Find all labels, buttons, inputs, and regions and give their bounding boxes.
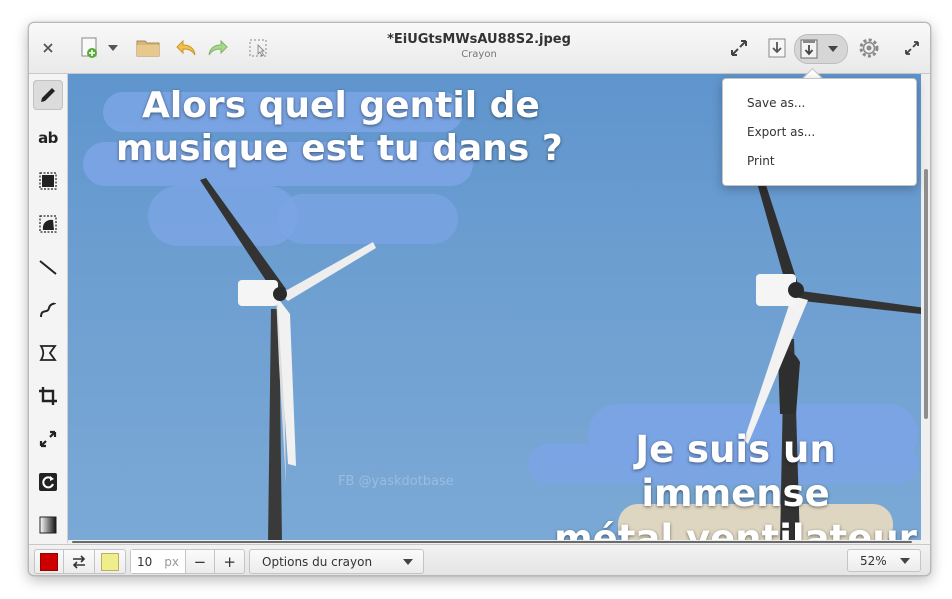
tools-sidebar: ab <box>29 74 68 543</box>
tool-shape[interactable] <box>33 338 63 368</box>
line-icon <box>39 260 57 275</box>
header-bar: *EiUGtsMWsAU88S2.jpeg Crayon <box>29 23 930 74</box>
swap-arrows-icon <box>72 554 86 569</box>
chevron-down-icon <box>108 45 118 51</box>
settings-button[interactable] <box>856 35 882 61</box>
secondary-color-button[interactable] <box>95 550 125 573</box>
save-menu-popover: Save as... Export as... Print <box>722 78 917 186</box>
increase-size-button[interactable]: + <box>214 550 244 573</box>
curve-icon <box>40 302 56 318</box>
image-watermark: FB @yaskdotbase <box>338 474 454 489</box>
tool-filters[interactable] <box>33 510 63 540</box>
gear-icon <box>859 38 879 58</box>
size-unit: px <box>164 554 179 569</box>
fullscreen-button[interactable] <box>726 35 752 61</box>
redo-icon <box>208 39 228 56</box>
plus-label: + <box>223 552 236 571</box>
text-tool-icon: ab <box>38 129 58 147</box>
window-subtitle: Crayon <box>461 49 497 60</box>
tool-scale[interactable] <box>33 424 63 454</box>
caption-top-line1: Alors quel gentil de <box>142 85 540 126</box>
tool-pencil[interactable] <box>33 80 63 110</box>
save-icon <box>800 39 818 59</box>
size-spinbutton: 10 px − + <box>130 549 245 574</box>
import-icon <box>768 38 786 58</box>
maximize-button[interactable] <box>899 35 925 61</box>
options-bar: 10 px − + Options du crayon 52% <box>29 544 930 575</box>
vertical-scrollbar-thumb[interactable] <box>924 169 928 419</box>
import-button[interactable] <box>764 35 790 61</box>
caption-top-line2: musique est tu dans ? <box>116 128 563 170</box>
menu-item-save-as[interactable]: Save as... <box>747 96 805 110</box>
vertical-scrollbar[interactable] <box>921 74 930 540</box>
selection-icon <box>249 39 267 57</box>
tool-options-menu-button[interactable]: Options du crayon <box>249 549 424 574</box>
main-color-swatch <box>40 552 58 571</box>
new-image-dropdown[interactable] <box>107 40 119 56</box>
tool-crop[interactable] <box>33 381 63 411</box>
caption-bottom: Je suis un immense métal ventilateur <box>550 428 921 540</box>
undo-button[interactable] <box>173 35 199 61</box>
tool-free-selection[interactable] <box>33 209 63 239</box>
new-image-button[interactable] <box>77 35 103 61</box>
save-menu-toggle[interactable] <box>823 36 843 62</box>
exchange-colors-button[interactable] <box>63 550 95 573</box>
save-button-group <box>794 34 848 64</box>
size-field[interactable]: 10 px <box>131 550 185 573</box>
redo-button[interactable] <box>205 35 231 61</box>
chevron-down-icon <box>403 558 413 565</box>
rotate-icon <box>39 473 57 491</box>
caption-bottom-line2: métal ventilateur <box>554 516 917 540</box>
selection-button[interactable] <box>245 35 271 61</box>
size-value: 10 <box>137 554 153 569</box>
tool-options-label: Options du crayon <box>262 554 373 569</box>
expand-icon <box>731 40 747 56</box>
tool-rotate[interactable] <box>33 467 63 497</box>
crop-icon <box>39 387 57 405</box>
menu-item-print[interactable]: Print <box>747 154 775 168</box>
secondary-color-swatch <box>101 552 119 571</box>
decrease-size-button[interactable]: − <box>184 550 215 573</box>
caption-top: Alors quel gentil de musique est tu dans… <box>116 84 563 170</box>
folder-icon <box>136 40 160 57</box>
save-button[interactable] <box>795 36 823 62</box>
open-button[interactable] <box>135 35 161 61</box>
rectangle-selection-icon <box>39 172 57 190</box>
chevron-down-icon <box>828 46 838 52</box>
close-button[interactable] <box>37 37 59 59</box>
filters-icon <box>39 516 57 534</box>
zoom-label: 52% <box>860 553 887 568</box>
new-image-icon <box>81 37 97 58</box>
tool-line[interactable] <box>33 252 63 282</box>
horizontal-scrollbar-thumb[interactable] <box>72 541 912 543</box>
maximize-icon <box>905 41 919 55</box>
tool-curve[interactable] <box>33 295 63 325</box>
window-title: *EiUGtsMWsAU88S2.jpeg <box>387 32 571 47</box>
tool-rectangle-selection[interactable] <box>33 166 63 196</box>
minus-label: − <box>193 552 207 571</box>
color-group <box>34 549 126 574</box>
free-selection-icon <box>39 215 57 233</box>
zoom-menu-button[interactable]: 52% <box>847 549 921 572</box>
caption-bottom-line1: Je suis un immense <box>635 428 836 516</box>
close-icon <box>43 43 53 53</box>
main-color-button[interactable] <box>35 550 63 573</box>
scale-icon <box>39 430 57 448</box>
tool-text[interactable]: ab <box>33 123 63 153</box>
shape-icon <box>39 345 57 361</box>
menu-item-export-as[interactable]: Export as... <box>747 125 815 139</box>
chevron-down-icon <box>900 557 910 564</box>
undo-icon <box>176 39 196 56</box>
pencil-icon <box>41 88 55 102</box>
window-title-area: *EiUGtsMWsAU88S2.jpeg Crayon <box>329 32 629 60</box>
